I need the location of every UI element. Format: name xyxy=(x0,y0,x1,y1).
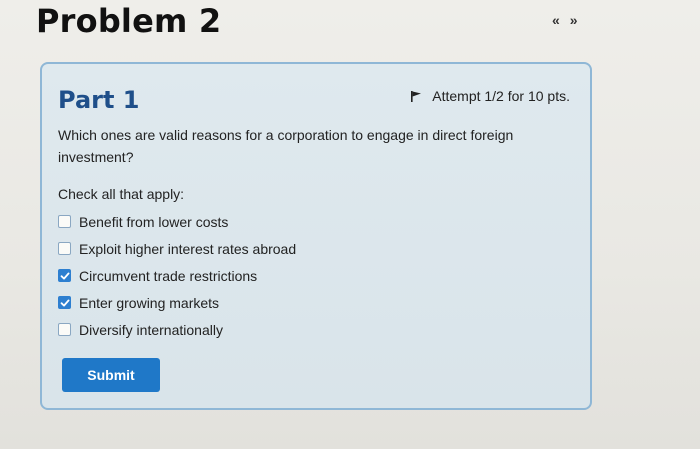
page-title: Problem 2 xyxy=(36,2,222,40)
attempt-text: Attempt 1/2 for 10 pts. xyxy=(432,88,570,104)
double-chevron-right-icon[interactable]: » xyxy=(570,12,578,28)
option-label: Circumvent trade restrictions xyxy=(79,267,258,284)
question-card: Part 1 Attempt 1/2 for 10 pts. Which one… xyxy=(40,62,592,410)
option-item[interactable]: Exploit higher interest rates abroad xyxy=(58,235,296,262)
question-text: Which ones are valid reasons for a corpo… xyxy=(58,127,514,165)
checkbox[interactable] xyxy=(58,215,71,228)
checkbox[interactable] xyxy=(58,242,71,255)
option-label: Benefit from lower costs xyxy=(79,213,229,230)
instruction-text: Check all that apply: xyxy=(58,186,185,202)
submit-button[interactable]: Submit xyxy=(62,358,160,392)
option-item[interactable]: Circumvent trade restrictions xyxy=(58,262,296,289)
option-label: Exploit higher interest rates abroad xyxy=(79,240,297,257)
options-list: Benefit from lower costs Exploit higher … xyxy=(58,208,296,343)
problem-nav: « » xyxy=(552,12,578,28)
part-title: Part 1 xyxy=(58,86,140,114)
checkmark-icon xyxy=(60,299,69,306)
option-item[interactable]: Benefit from lower costs xyxy=(58,208,296,235)
checkbox[interactable] xyxy=(58,296,71,309)
option-label: Diversify internationally xyxy=(79,321,223,338)
option-label: Enter growing markets xyxy=(79,294,220,311)
checkbox[interactable] xyxy=(58,323,71,336)
checkbox[interactable] xyxy=(58,269,71,282)
flag-icon xyxy=(411,91,422,102)
checkmark-icon xyxy=(60,272,69,279)
option-item[interactable]: Enter growing markets xyxy=(58,289,296,316)
option-item[interactable]: Diversify internationally xyxy=(58,316,296,343)
double-chevron-left-icon[interactable]: « xyxy=(552,12,560,28)
attempt-info: Attempt 1/2 for 10 pts. xyxy=(410,88,570,104)
